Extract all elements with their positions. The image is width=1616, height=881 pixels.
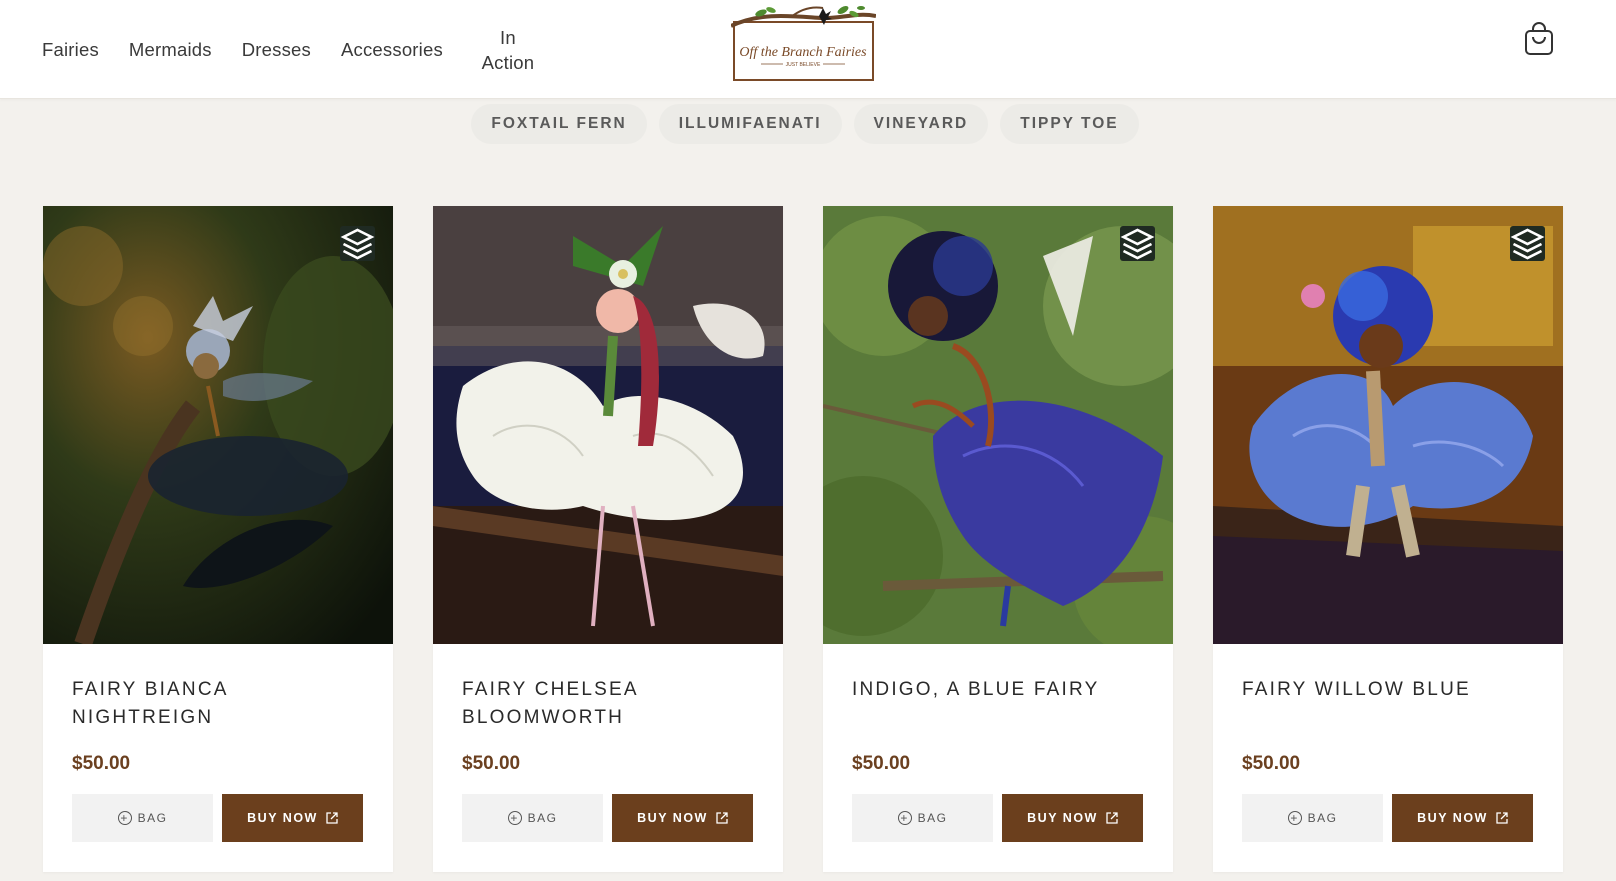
buy-now-button[interactable]: BUY NOW — [1392, 794, 1533, 842]
plus-circle-icon: + — [507, 811, 522, 825]
product-card[interactable]: Indigo, a Blue Fairy $50.00 + BAG BUY NO… — [823, 206, 1173, 872]
logo-text: Off the Branch Fairies — [739, 45, 867, 60]
buy-now-label: BUY NOW — [637, 811, 708, 825]
plus-circle-icon: + — [1287, 811, 1302, 825]
site-header: Fairies Mermaids Dresses Accessories In … — [0, 0, 1616, 99]
main-nav: Fairies Mermaids Dresses Accessories In … — [42, 0, 568, 99]
cart-icon[interactable] — [1524, 22, 1554, 56]
bag-label: BAG — [527, 811, 558, 825]
buy-now-button[interactable]: BUY NOW — [1002, 794, 1143, 842]
buy-now-button[interactable]: BUY NOW — [222, 794, 363, 842]
product-title[interactable]: Fairy Willow Blue — [1242, 676, 1542, 704]
filter-tippy-toe[interactable]: TIPPY TOE — [1000, 104, 1139, 144]
product-card[interactable]: Fairy Chelsea Bloomworth $50.00 + BAG BU… — [433, 206, 783, 872]
add-to-bag-button[interactable]: + BAG — [72, 794, 213, 842]
nav-link-in-action[interactable]: In Action — [478, 25, 538, 75]
nav-link-accessories[interactable]: Accessories — [341, 37, 443, 62]
bag-label: BAG — [1307, 811, 1338, 825]
filter-illumifaenati[interactable]: ILLUMIFAENATI — [658, 104, 842, 144]
nav-link-fairies[interactable]: Fairies — [42, 37, 99, 62]
filter-foxtail-fern[interactable]: FOXTAIL FERN — [471, 104, 647, 144]
variants-icon[interactable] — [340, 226, 375, 261]
product-title[interactable]: Fairy Chelsea Bloomworth — [462, 676, 762, 732]
nav-in-action-line2: Action — [481, 51, 535, 73]
product-image[interactable] — [433, 206, 783, 644]
plus-circle-icon: + — [117, 811, 132, 825]
product-title[interactable]: Fairy Bianca Nightreign — [72, 676, 372, 732]
nav-link-dresses[interactable]: Dresses — [242, 37, 311, 62]
collection-filters: FOXTAIL FERN ILLUMIFAENATI VINEYARD TIPP… — [0, 104, 1616, 144]
filter-vineyard[interactable]: VINEYARD — [853, 104, 989, 144]
product-price: $50.00 — [852, 753, 911, 774]
product-title[interactable]: Indigo, a Blue Fairy — [852, 676, 1152, 704]
product-image[interactable] — [823, 206, 1173, 644]
product-price: $50.00 — [72, 753, 131, 774]
external-link-icon — [326, 812, 338, 824]
variants-icon[interactable] — [1510, 226, 1545, 261]
product-price: $50.00 — [462, 753, 521, 774]
add-to-bag-button[interactable]: + BAG — [462, 794, 603, 842]
product-price: $50.00 — [1242, 753, 1301, 774]
bag-label: BAG — [137, 811, 168, 825]
variants-icon[interactable] — [1120, 226, 1155, 261]
add-to-bag-button[interactable]: + BAG — [1242, 794, 1383, 842]
buy-now-label: BUY NOW — [1417, 811, 1488, 825]
add-to-bag-button[interactable]: + BAG — [852, 794, 993, 842]
plus-circle-icon: + — [897, 811, 912, 825]
external-link-icon — [716, 812, 728, 824]
nav-in-action-line1: In — [500, 26, 516, 48]
product-card[interactable]: Fairy Willow Blue $50.00 + BAG BUY NOW — [1213, 206, 1563, 872]
external-link-icon — [1106, 812, 1118, 824]
buy-now-button[interactable]: BUY NOW — [612, 794, 753, 842]
bag-label: BAG — [917, 811, 948, 825]
buy-now-label: BUY NOW — [247, 811, 318, 825]
buy-now-label: BUY NOW — [1027, 811, 1098, 825]
product-image[interactable] — [43, 206, 393, 644]
logo-tagline: JUST BELIEVE — [786, 62, 821, 68]
site-logo[interactable]: Off the Branch Fairies JUST BELIEVE — [730, 4, 877, 82]
product-image[interactable] — [1213, 206, 1563, 644]
product-card[interactable]: Fairy Bianca Nightreign $50.00 + BAG BUY… — [43, 206, 393, 872]
nav-link-mermaids[interactable]: Mermaids — [129, 37, 212, 62]
external-link-icon — [1496, 812, 1508, 824]
